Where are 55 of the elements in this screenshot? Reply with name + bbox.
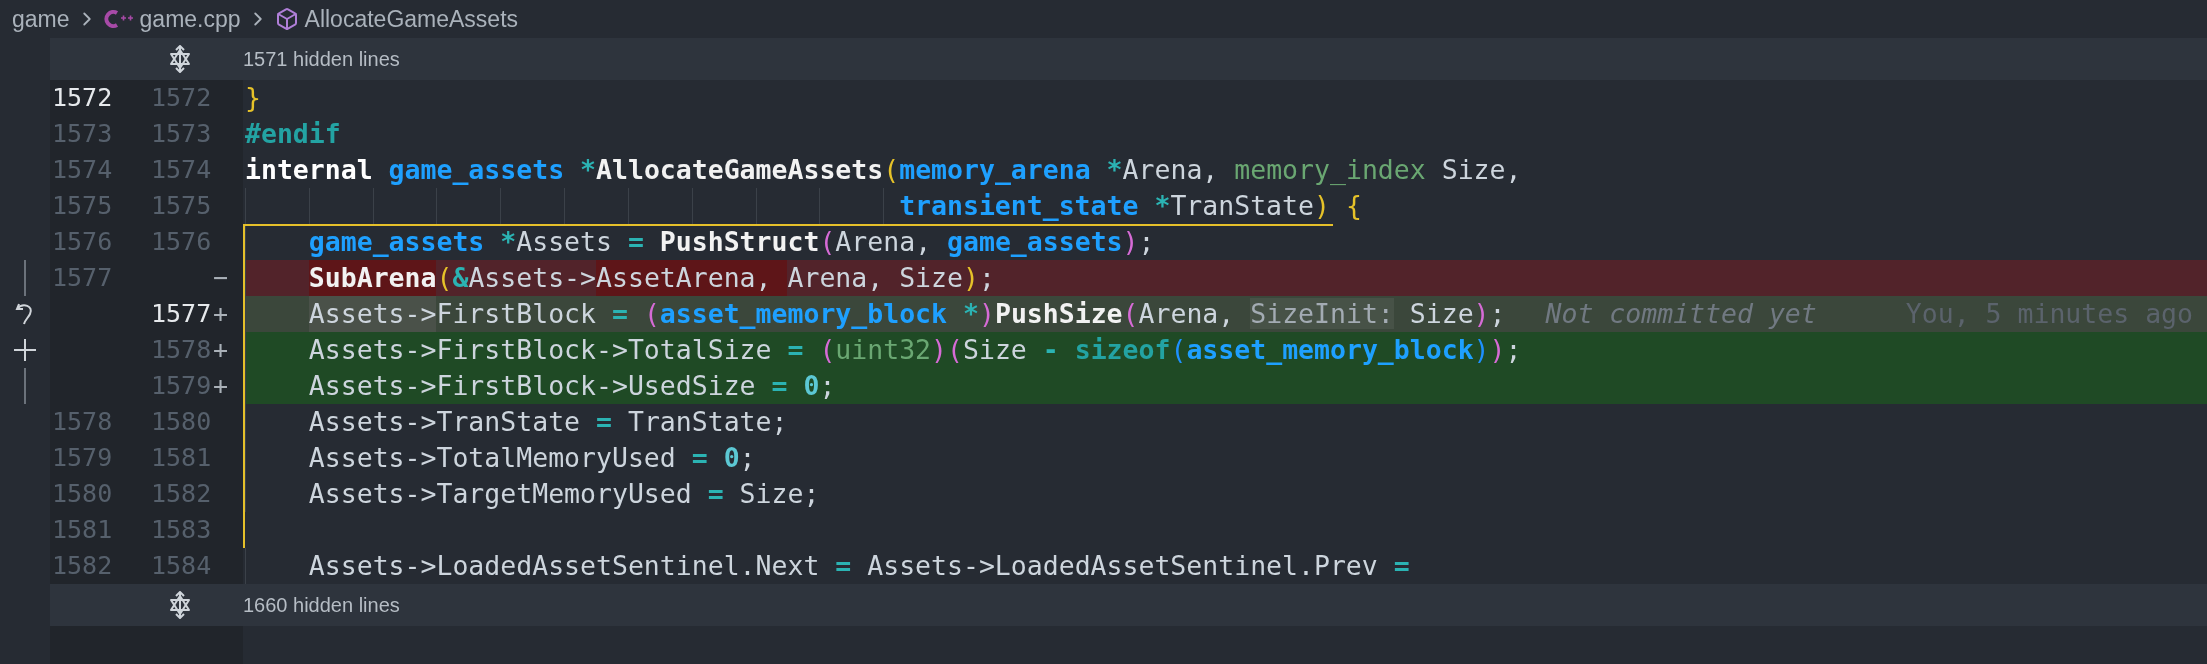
breadcrumb-item[interactable]: game.cpp <box>139 1 241 37</box>
old-line-number: 1574 <box>52 155 113 185</box>
new-line-number: 1576 <box>151 227 212 257</box>
expand-icon[interactable] <box>167 591 193 619</box>
code-line: Assets->TargetMemoryUsed = Size; <box>308 477 820 511</box>
old-line-number: 1581 <box>52 515 113 545</box>
cpp-file-icon <box>103 8 134 30</box>
old-line-number: 1577 <box>52 263 113 293</box>
code-line: Assets->FirstBlock->UsedSize = 0; <box>308 369 836 403</box>
diff-marker: + <box>213 371 229 401</box>
code-line: SubArena(&Assets->AssetArena, Arena, Size); <box>308 261 995 295</box>
code-line: game_assets *Assets = PushStruct(Arena, game_assets); <box>308 225 1155 259</box>
revert-icon[interactable] <box>15 301 35 327</box>
new-line-number: 1578 <box>151 335 212 365</box>
new-line-number: 1579 <box>151 371 212 401</box>
new-line-number: 1572 <box>151 83 212 113</box>
new-line-number: 1583 <box>151 515 212 545</box>
old-line-number: 1580 <box>52 479 113 509</box>
code-line: transient_state *TranState) { <box>899 189 1362 223</box>
breadcrumb-item[interactable]: AllocateGameAssets <box>304 1 519 37</box>
cube-icon <box>274 7 299 31</box>
new-line-number: 1575 <box>151 191 212 221</box>
old-line-number: 1578 <box>52 407 113 437</box>
code-line: Assets->FirstBlock->TotalSize = (uint32)(Size - sizeof(asset_memory_block)); <box>308 333 1522 367</box>
code-line: Assets->TotalMemoryUsed = 0; <box>308 441 756 475</box>
old-line-number: 1572 <box>52 83 113 113</box>
old-line-number: 1582 <box>52 551 113 581</box>
blame-message: Not committed yet <box>1545 297 1817 332</box>
hidden-lines-label[interactable]: 1571 hidden lines <box>243 44 400 74</box>
code-line: Assets->LoadedAssetSentinel.Next = Assets->LoadedAssetSentinel.Prev = <box>308 549 1410 583</box>
diff-marker: + <box>213 299 229 329</box>
hidden-lines-label[interactable]: 1660 hidden lines <box>243 590 400 620</box>
new-line-number: 1584 <box>151 551 212 581</box>
collapsed-lines-bar[interactable]: 1660 hidden lines <box>50 584 2207 626</box>
code-line: Assets->FirstBlock = (asset_memory_block *)PushSize(Arena, SizeInit: Size); <box>308 297 1506 331</box>
old-line-number: 1576 <box>52 227 113 257</box>
new-line-number: 1574 <box>151 155 212 185</box>
diff-marker: − <box>213 263 229 293</box>
new-line-number: 1577 <box>151 299 212 329</box>
new-line-number: 1581 <box>151 443 212 473</box>
code-line: #endif <box>245 117 341 151</box>
code-line: Assets->TranState = TranState; <box>308 405 788 439</box>
diff-marker: + <box>213 335 229 365</box>
old-line-number: 1575 <box>52 191 113 221</box>
code-line: internal game_assets *AllocateGameAssets(memory_arena *Arena, memory_index Size, <box>245 153 1522 187</box>
code-line: } <box>245 81 261 115</box>
new-line-number: 1582 <box>151 479 212 509</box>
new-line-number: 1580 <box>151 407 212 437</box>
new-line-number: 1573 <box>151 119 212 149</box>
plus-icon[interactable] <box>12 337 38 363</box>
collapsed-lines-bar[interactable]: 1571 hidden lines <box>50 38 2207 80</box>
expand-icon[interactable] <box>167 45 193 73</box>
old-line-number: 1579 <box>52 443 113 473</box>
breadcrumb-item[interactable]: game <box>12 1 70 37</box>
old-line-number: 1573 <box>52 119 113 149</box>
